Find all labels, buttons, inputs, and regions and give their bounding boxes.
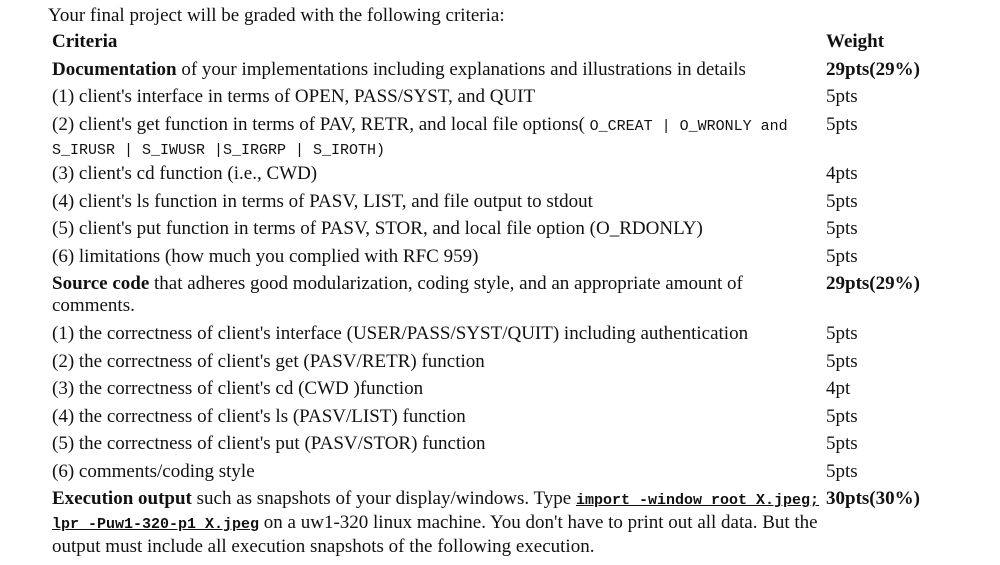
src-item-6-weight: 5pts	[826, 461, 858, 482]
doc-criteria: Documentation of your implementations in…	[52, 59, 746, 80]
doc-item-3-weight: 4pts	[826, 163, 858, 184]
src-item-2-weight: 5pts	[826, 351, 858, 372]
src-item-4-text: (4) the correctness of client's ls (PASV…	[52, 406, 466, 427]
doc-item-2-text: (2) client's get function in terms of PA…	[52, 114, 788, 159]
src-item-1-weight: 5pts	[826, 323, 858, 344]
doc-item-6-weight: 5pts	[826, 246, 858, 267]
doc-item-1-text: (1) client's interface in terms of OPEN,…	[52, 86, 536, 107]
doc-item-2-weight: 5pts	[826, 114, 858, 135]
doc-item-6-text: (6) limitations (how much you complied w…	[52, 246, 479, 267]
src-item-6-text: (6) comments/coding style	[52, 461, 255, 482]
doc-item-4-text: (4) client's ls function in terms of PAS…	[52, 191, 593, 212]
doc-item-5-weight: 5pts	[826, 218, 858, 239]
src-item-3-text: (3) the correctness of client's cd (CWD …	[52, 378, 424, 399]
src-item-2-text: (2) the correctness of client's get (PAS…	[52, 351, 485, 372]
src-item-4-weight: 5pts	[826, 406, 858, 427]
src-item-5-text: (5) the correctness of client's put (PAS…	[52, 433, 486, 454]
doc-item-4-weight: 5pts	[826, 191, 858, 212]
src-item-5-weight: 5pts	[826, 433, 858, 454]
intro-text: Your final project will be graded with t…	[48, 5, 505, 26]
exec-weight: 30pts(30%)	[826, 488, 920, 509]
weight-header: Weight	[826, 31, 885, 52]
src-criteria: Source code that adheres good modulariza…	[52, 273, 743, 316]
src-item-3-weight: 4pt	[826, 378, 851, 399]
doc-item-1-weight: 5pts	[826, 86, 858, 107]
exec-criteria: Execution output such as snapshots of yo…	[52, 488, 820, 557]
doc-item-3-text: (3) client's cd function (i.e., CWD)	[52, 163, 318, 184]
doc-item-5-text: (5) client's put function in terms of PA…	[52, 218, 703, 239]
doc-weight: 29pts(29%)	[826, 59, 920, 80]
src-item-1-text: (1) the correctness of client's interfac…	[52, 323, 749, 344]
criteria-header: Criteria	[52, 31, 118, 52]
src-weight: 29pts(29%)	[826, 273, 920, 294]
